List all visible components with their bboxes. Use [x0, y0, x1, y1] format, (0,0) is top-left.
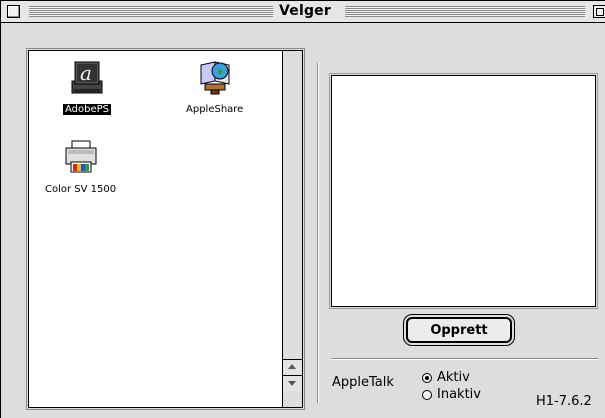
radio-label-inactive: Inaktiv [437, 387, 481, 402]
zoom-box-icon[interactable] [593, 5, 605, 18]
scroll-down-arrow-icon[interactable] [283, 375, 302, 391]
adobeps-printer-icon: a [71, 61, 103, 94]
device-item-appleshare[interactable]: AppleShare [184, 57, 245, 116]
appleshare-icon [200, 61, 230, 95]
close-box-icon[interactable] [7, 5, 20, 18]
color-printer-icon [65, 140, 97, 173]
device-list-scrollbar[interactable] [282, 51, 302, 407]
create-button[interactable]: Opprett [406, 317, 512, 343]
svg-text:a: a [80, 61, 92, 85]
version-label: H1-7.6.2 [536, 394, 592, 409]
title-bar[interactable]: Velger [1, 1, 605, 23]
appletalk-active-radio[interactable]: Aktiv [422, 370, 470, 385]
title-stripes-left [29, 6, 273, 17]
radio-unselected-icon[interactable] [422, 389, 432, 400]
window-title: Velger [279, 3, 331, 19]
device-label: AppleShare [186, 104, 244, 115]
chooser-window: Velger a AdobePS AppleShare Color SV 150… [0, 0, 605, 418]
device-item-adobeps[interactable]: a AdobePS [63, 59, 112, 116]
radio-label-active: Aktiv [437, 370, 470, 385]
device-list-area[interactable]: a AdobePS AppleShare Color SV 1500 [29, 51, 283, 407]
appletalk-label: AppleTalk [332, 375, 394, 390]
appletalk-inactive-radio[interactable]: Inaktiv [422, 387, 481, 402]
device-label: Color SV 1500 [45, 184, 117, 195]
device-label: AdobePS [63, 104, 112, 115]
resource-list[interactable] [329, 73, 598, 309]
panel-divider [317, 63, 318, 403]
device-list: a AdobePS AppleShare Color SV 1500 [26, 48, 305, 410]
radio-selected-icon[interactable] [422, 372, 432, 383]
device-item-color-sv-1500[interactable]: Color SV 1500 [43, 139, 118, 196]
title-stripes-right [345, 6, 585, 17]
scroll-up-arrow-icon[interactable] [283, 359, 302, 375]
appletalk-divider [331, 358, 598, 359]
